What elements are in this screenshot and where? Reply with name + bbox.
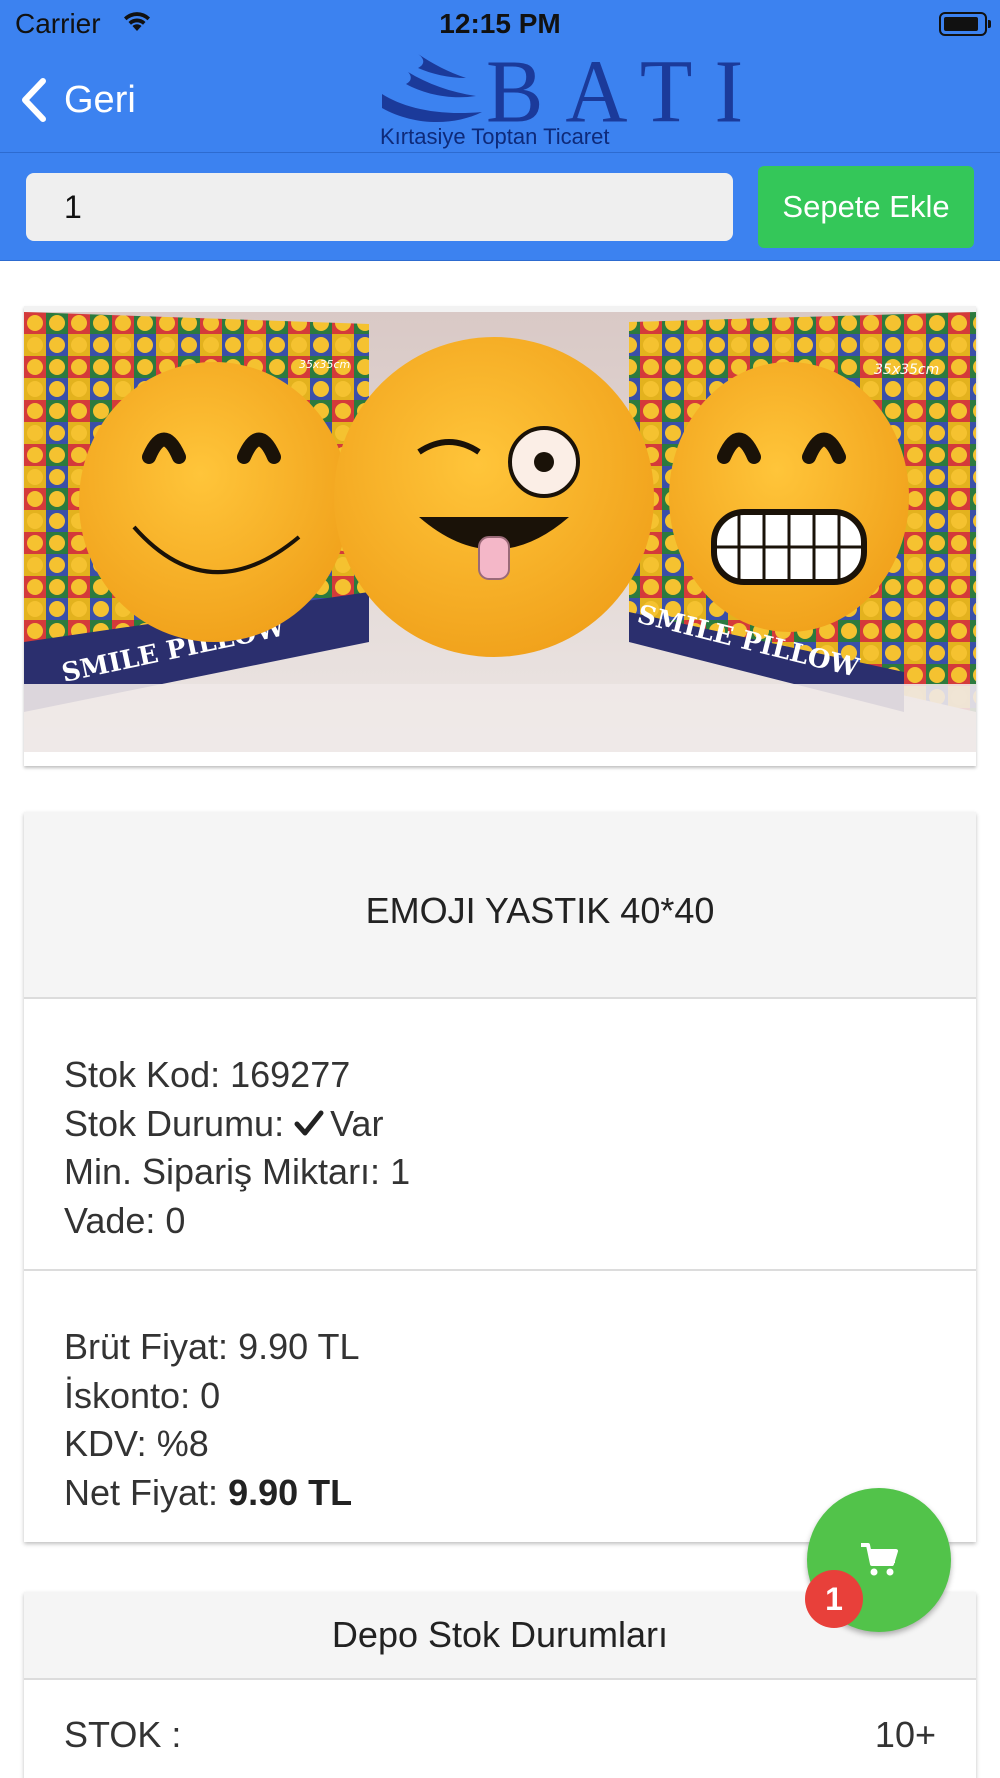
price-info-section: Brüt Fiyat: 9.90 TL İskonto: 0 KDV: %8 N…	[24, 1271, 976, 1542]
term-row: Vade: 0	[64, 1199, 186, 1241]
stock-info-section: Stok Kod: 169277 Stok Durumu: Var Min. S…	[24, 999, 976, 1271]
stock-status-value: Var	[330, 1102, 384, 1144]
depot-stock-row: STOK : 10+	[24, 1680, 976, 1778]
add-to-cart-button[interactable]: Sepete Ekle	[758, 166, 974, 248]
product-image[interactable]: 35x35cm SMILE PILLOW 35x35cm SMILE PILLO…	[24, 312, 976, 752]
stock-status-row: Stok Durumu: Var	[64, 1102, 384, 1144]
battery-icon	[939, 12, 991, 36]
vat-value: %8	[156, 1423, 209, 1464]
vat-row: KDV: %8	[64, 1423, 209, 1464]
gross-price-row: Brüt Fiyat: 9.90 TL	[64, 1326, 360, 1367]
navigation-bar: Carrier 12:15 PM Geri BATI Kırtasiye Top…	[0, 0, 1000, 153]
check-icon	[294, 1110, 324, 1135]
company-logo: BATI Kırtasiye Toptan Ticaret	[378, 46, 743, 150]
depot-stock-label: STOK :	[64, 1714, 182, 1755]
product-info-card: EMOJI YASTIK 40*40 Stok Kod: 169277 Stok…	[24, 812, 976, 1542]
min-order-row: Min. Sipariş Miktarı: 1	[64, 1151, 411, 1192]
box-size-label: 35x35cm	[299, 358, 350, 371]
depot-stock-value: 10+	[874, 1714, 936, 1755]
stock-code-row: Stok Kod: 169277	[64, 1054, 351, 1095]
term-value: 0	[165, 1199, 186, 1241]
wave-logo-icon	[382, 54, 482, 123]
chevron-left-icon	[22, 78, 46, 122]
quantity-input[interactable]	[26, 173, 733, 241]
shopping-cart-icon	[861, 1543, 898, 1576]
product-title-header: EMOJI YASTIK 40*40	[24, 812, 976, 999]
net-price-row: Net Fiyat: 9.90 TL	[64, 1471, 353, 1513]
product-image-card: 35x35cm SMILE PILLOW 35x35cm SMILE PILLO…	[24, 306, 976, 766]
discount-row: İskonto: 0	[64, 1374, 221, 1416]
min-order-value: 1	[390, 1151, 411, 1192]
clock: 12:15 PM	[439, 8, 561, 39]
net-price-value: 9.90 TL	[228, 1471, 353, 1513]
svg-text:35x35cm: 35x35cm	[874, 362, 939, 378]
discount-value: 0	[200, 1374, 221, 1416]
stock-code-value: 169277	[230, 1054, 351, 1095]
cart-count-badge: 1	[805, 1570, 863, 1628]
gross-price-value: 9.90 TL	[238, 1326, 360, 1367]
logo-word: BATI	[486, 40, 766, 142]
quantity-bar: Sepete Ekle	[0, 153, 1000, 261]
back-button[interactable]: Geri	[18, 72, 136, 128]
back-label: Geri	[64, 78, 136, 121]
product-title: EMOJI YASTIK 40*40	[365, 889, 715, 931]
logo-subtitle: Kırtasiye Toptan Ticaret	[380, 124, 610, 149]
